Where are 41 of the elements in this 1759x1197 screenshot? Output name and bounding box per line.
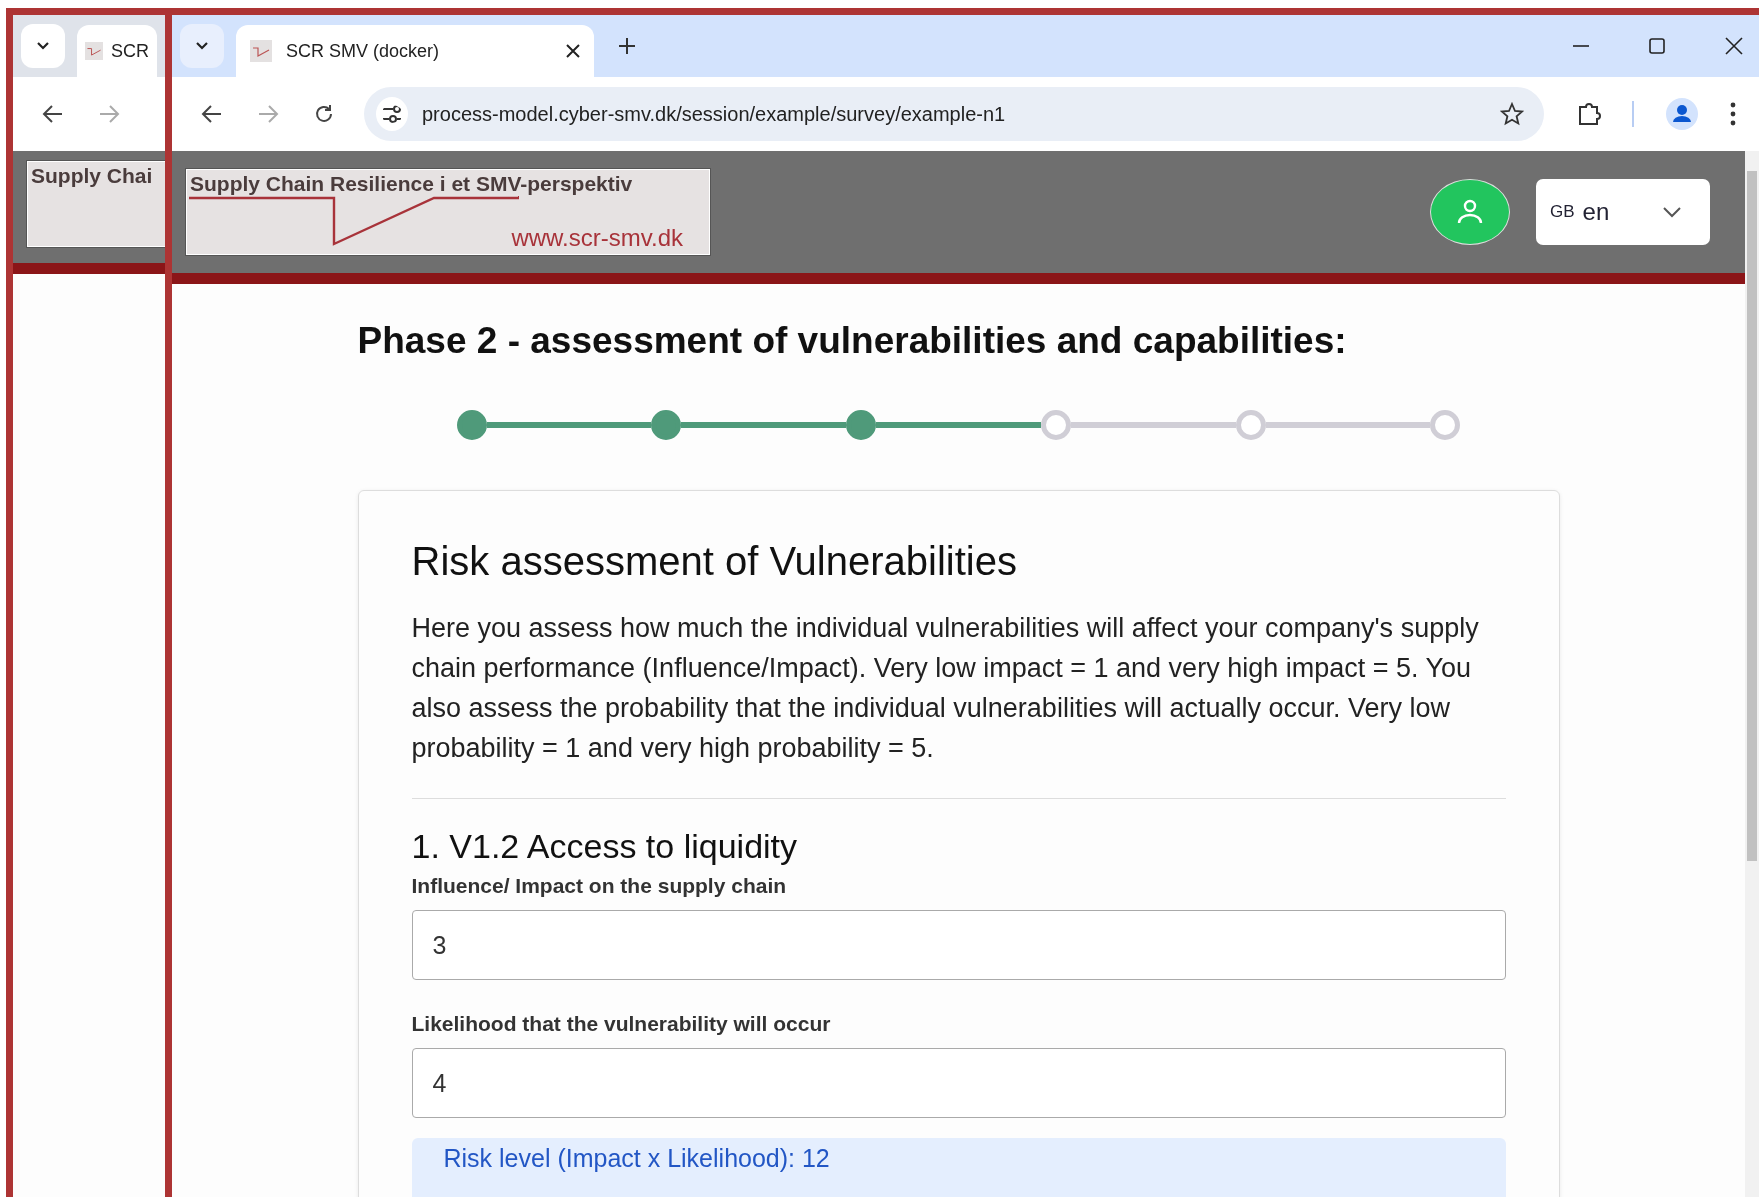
- menu-icon[interactable]: [1730, 102, 1736, 126]
- language-code: en: [1582, 198, 1610, 226]
- back-arrow-icon[interactable]: [201, 104, 223, 124]
- logo-title: Supply Chain Resilience i et SMV-perspektiv: [190, 172, 633, 196]
- flag-code: GB: [1550, 202, 1575, 222]
- browser-tab[interactable]: SCR: [77, 25, 157, 77]
- tab-title: SCR SMV (docker): [286, 40, 441, 62]
- site-settings-icon[interactable]: [376, 97, 408, 131]
- maximize-icon[interactable]: [1649, 38, 1665, 54]
- input-field[interactable]: 4: [411, 1048, 1506, 1118]
- profile-icon[interactable]: [1666, 98, 1698, 130]
- new-tab-icon[interactable]: [618, 37, 636, 55]
- address-bar[interactable]: process-model.cyber-smv.dk/session/example/survey/example-n1: [364, 87, 1544, 141]
- field-label: Influence/ Impact on the supply chain: [411, 874, 788, 898]
- field-label: Likelihood that the vulnerability will occur: [411, 1012, 832, 1036]
- star-icon[interactable]: [1500, 102, 1524, 126]
- close-icon[interactable]: [566, 44, 580, 58]
- chevron-down-icon: [1662, 206, 1682, 218]
- close-icon[interactable]: [1725, 37, 1743, 55]
- question-title: 1. V1.2 Access to liquidity: [411, 827, 799, 866]
- favicon-icon: [250, 40, 272, 62]
- logo-url: www.scr-smv.dk: [511, 224, 683, 252]
- page-title: Phase 2 - assessment of vulnerabilities and capabilities:: [357, 320, 1348, 362]
- chevron-down-icon: [195, 41, 209, 51]
- intro-text: Here you assess how much the individual vulnerabilities will affect your company's supply chain performance (Influence/Impact). Very low impact = 1 and very high impact = 5. You also assess the probability that the individual vulnerabilities will actually occur. Very low probability = 1 and very high probability = 5.: [411, 612, 1480, 765]
- input-field[interactable]: 3: [411, 910, 1506, 980]
- browser-tab[interactable]: SCR SMV (docker): [236, 25, 594, 77]
- scrollbar-thumb[interactable]: [1747, 171, 1757, 861]
- chevron-down-icon: [36, 41, 50, 51]
- back-arrow-icon[interactable]: [42, 104, 64, 124]
- site-logo[interactable]: Supply Chai: [27, 161, 165, 247]
- reload-icon[interactable]: [313, 103, 335, 125]
- puzzle-icon[interactable]: [1576, 101, 1602, 127]
- logo-title: Supply Chai: [31, 164, 153, 188]
- favicon-icon: [85, 40, 103, 62]
- address-text: process-model.cyber-smv.dk/session/example/survey/example-n1: [422, 102, 1006, 126]
- site-logo[interactable]: Supply Chain Resilience i et SMV-perspektiv www.scr-smv.dk: [186, 169, 710, 255]
- language-select[interactable]: GB en: [1536, 179, 1710, 245]
- result-text: Risk level (Impact x Likelihood): 12: [443, 1144, 830, 1172]
- card-title: Risk assessment of Vulnerabilities: [411, 539, 1018, 584]
- tab-title: SCR: [111, 40, 149, 62]
